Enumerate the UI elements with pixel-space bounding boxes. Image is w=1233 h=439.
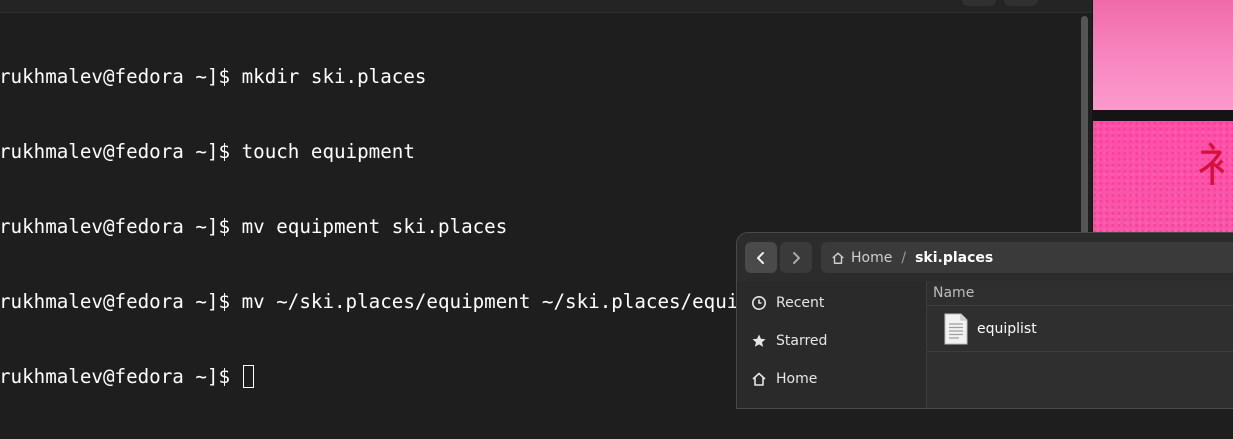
wallpaper-glyph: 衤 [1197, 138, 1233, 192]
file-list[interactable]: Name equiplist [927, 281, 1233, 408]
terminal-line: rukhmalev@fedora ~]$ mkdir ski.places [0, 65, 427, 88]
terminal-header-button[interactable] [962, 0, 996, 6]
column-header-name[interactable]: Name [933, 285, 974, 301]
back-button[interactable] [745, 242, 777, 273]
breadcrumb-home[interactable]: Home [831, 250, 892, 266]
sidebar-item-label: Recent [776, 295, 825, 311]
terminal-line: rukhmalev@fedora ~]$ mv ~/ski.places/equ… [0, 290, 797, 313]
sidebar-item-home[interactable]: Home [737, 362, 926, 396]
terminal-output[interactable]: rukhmalev@fedora ~]$ mkdir ski.places ru… [0, 14, 796, 439]
home-icon [832, 251, 844, 264]
clock-icon [752, 296, 766, 310]
sidebar-item-recent[interactable]: Recent [737, 286, 926, 320]
column-header[interactable]: Name [927, 281, 1233, 306]
sidebar-item-starred[interactable]: Starred [737, 324, 926, 358]
sidebar: Recent Starred Home [737, 281, 927, 408]
wallpaper-image-top [1093, 0, 1233, 110]
forward-button[interactable] [780, 242, 812, 273]
list-item[interactable]: equiplist [927, 306, 1233, 352]
file-name: equiplist [977, 320, 1037, 337]
breadcrumb-separator: / [901, 249, 907, 266]
file-manager-header: Home / ski.places [737, 233, 1233, 281]
star-icon [752, 334, 766, 347]
sidebar-item-label: Starred [776, 333, 828, 349]
terminal-prompt-line[interactable]: rukhmalev@fedora ~]$ [0, 364, 796, 389]
file-manager-window[interactable]: Home / ski.places Recent Starred Home Na… [736, 232, 1233, 409]
chevron-right-icon [793, 251, 800, 264]
breadcrumb-current[interactable]: ski.places [915, 250, 993, 266]
breadcrumb-home-label: Home [851, 249, 893, 266]
terminal-line: rukhmalev@fedora ~]$ touch equipment [0, 140, 415, 163]
terminal-line: rukhmalev@fedora ~]$ mv equipment ski.pl… [0, 215, 508, 238]
home-icon [752, 372, 766, 386]
sidebar-item-label: Home [776, 371, 818, 387]
scrollbar-thumb[interactable] [1081, 16, 1088, 241]
terminal-prompt: rukhmalev@fedora ~]$ [0, 365, 242, 388]
terminal-cursor [242, 365, 254, 388]
path-bar[interactable]: Home / ski.places [821, 242, 1233, 273]
wallpaper-image-bottom: 衤 [1093, 121, 1233, 241]
terminal-header-button[interactable] [1004, 0, 1038, 6]
terminal-header [0, 0, 1092, 13]
text-file-icon [944, 313, 968, 344]
chevron-left-icon [757, 251, 764, 264]
